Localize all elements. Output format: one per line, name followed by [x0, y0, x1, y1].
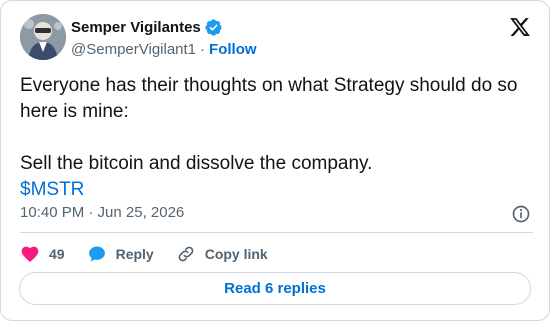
- follow-button[interactable]: Follow: [209, 41, 257, 58]
- author-info: Semper Vigilantes @SemperVigilant1 · Fol…: [71, 16, 257, 59]
- reply-bubble-icon: [88, 246, 105, 262]
- like-button[interactable]: 49: [20, 244, 65, 264]
- handle-row: @SemperVigilant1 · Follow: [71, 41, 257, 58]
- avatar[interactable]: [20, 14, 66, 60]
- name-row: Semper Vigilantes: [71, 16, 257, 38]
- reply-label: Reply: [115, 246, 154, 262]
- display-name[interactable]: Semper Vigilantes: [71, 19, 201, 36]
- tweet-timestamp[interactable]: 10:40 PM · Jun 25, 2026: [20, 204, 184, 221]
- tweet-card: Semper Vigilantes @SemperVigilant1 · Fol…: [0, 0, 550, 321]
- divider: [20, 232, 533, 233]
- heart-icon: [21, 246, 39, 262]
- link-icon: [178, 246, 194, 262]
- handle[interactable]: @SemperVigilant1: [71, 41, 196, 58]
- info-icon[interactable]: [511, 204, 531, 224]
- action-bar: 49 Reply Copy link: [20, 242, 268, 266]
- tweet-header: Semper Vigilantes @SemperVigilant1 · Fol…: [20, 14, 533, 64]
- like-count: 49: [49, 246, 65, 262]
- tweet-line-1: Everyone has their thoughts on what Stra…: [20, 75, 518, 122]
- reply-button[interactable]: Reply: [87, 244, 154, 264]
- cashtag-link[interactable]: $MSTR: [20, 179, 84, 200]
- avatar-image: [20, 14, 66, 60]
- tweet-line-2: Sell the bitcoin and dissolve the compan…: [20, 153, 373, 174]
- verified-badge-icon: [204, 18, 223, 37]
- copy-link-label: Copy link: [204, 246, 268, 262]
- copy-link-button[interactable]: Copy link: [176, 244, 268, 264]
- x-logo-icon[interactable]: [509, 16, 531, 38]
- read-replies-label: Read 6 replies: [224, 280, 326, 297]
- read-replies-button[interactable]: Read 6 replies: [19, 272, 531, 305]
- separator-dot: ·: [200, 41, 206, 58]
- tweet-text: Everyone has their thoughts on what Stra…: [20, 73, 530, 203]
